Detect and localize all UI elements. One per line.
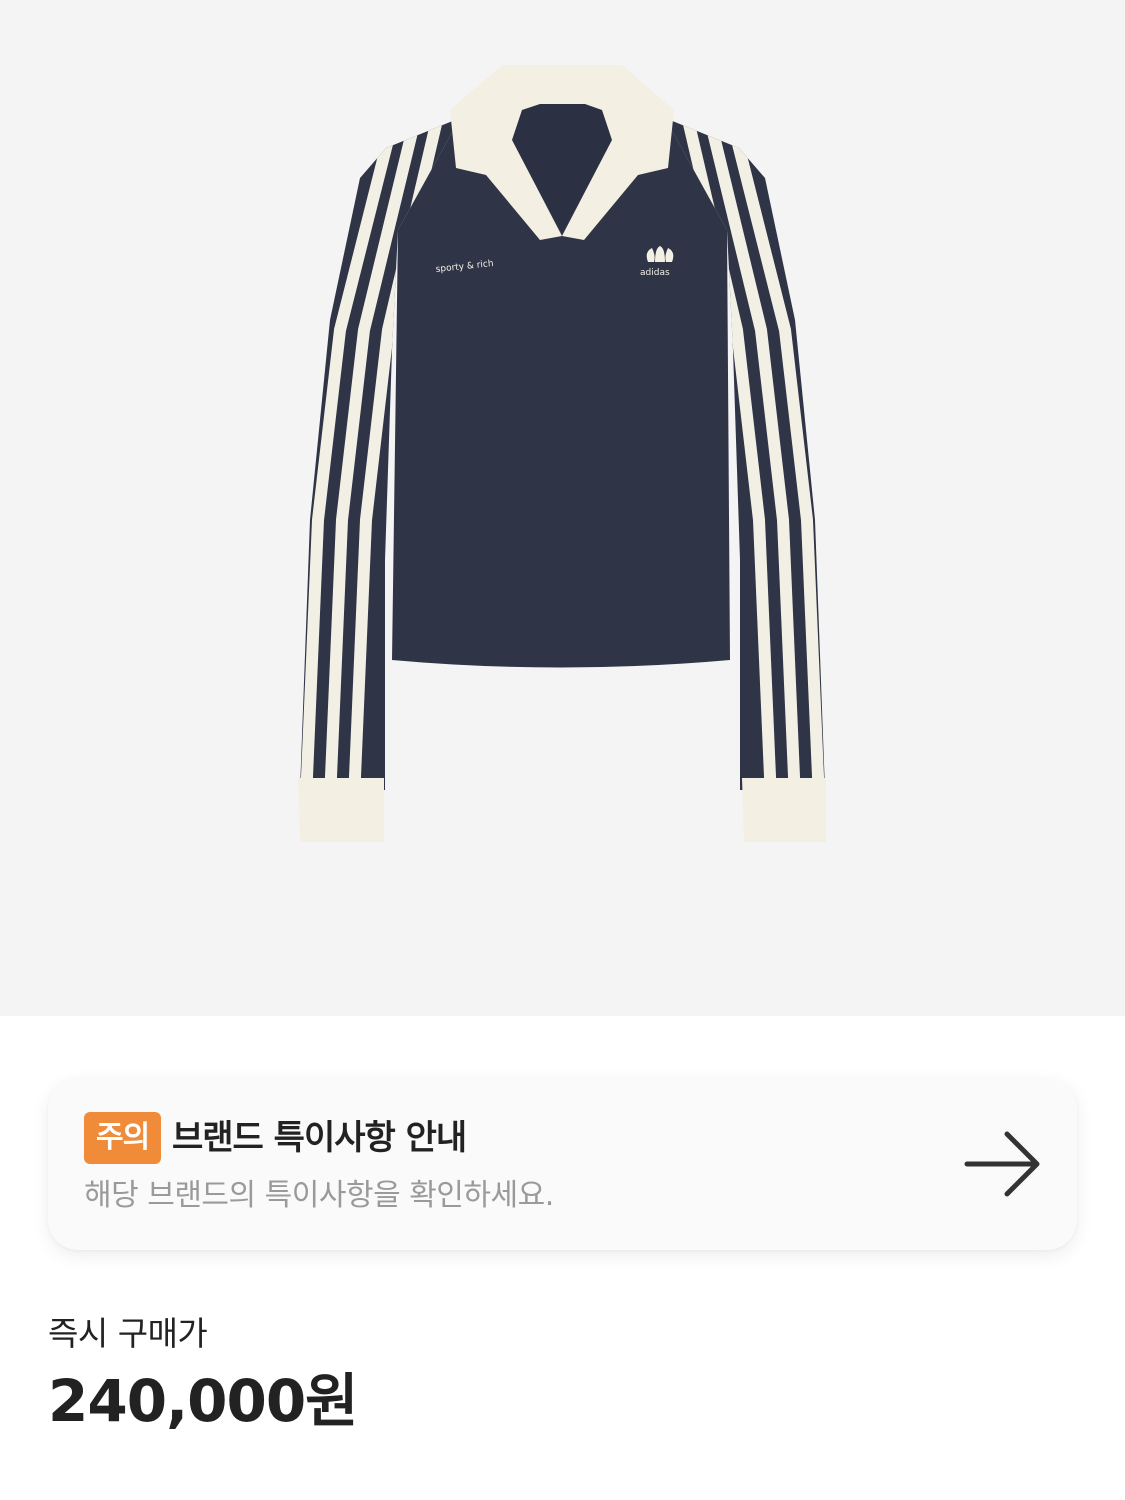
product-image[interactable]: sporty & rich adidas <box>0 0 1125 1016</box>
logo-text: adidas <box>640 268 670 278</box>
notice-subtitle: 해당 브랜드의 특이사항을 확인하세요. <box>84 1178 554 1213</box>
jersey-illustration: sporty & rich adidas <box>298 65 826 842</box>
instant-buy-price: 240,000원 <box>48 1367 359 1435</box>
arrow-right-icon[interactable] <box>963 1128 1045 1200</box>
warning-badge: 주의 <box>84 1112 162 1164</box>
brand-notice-card[interactable]: 주의 브랜드 특이사항 안내 해당 브랜드의 특이사항을 확인하세요. <box>48 1078 1077 1250</box>
instant-buy-label: 즉시 구매가 <box>48 1314 208 1353</box>
notice-title: 브랜드 특이사항 안내 <box>172 1118 467 1158</box>
